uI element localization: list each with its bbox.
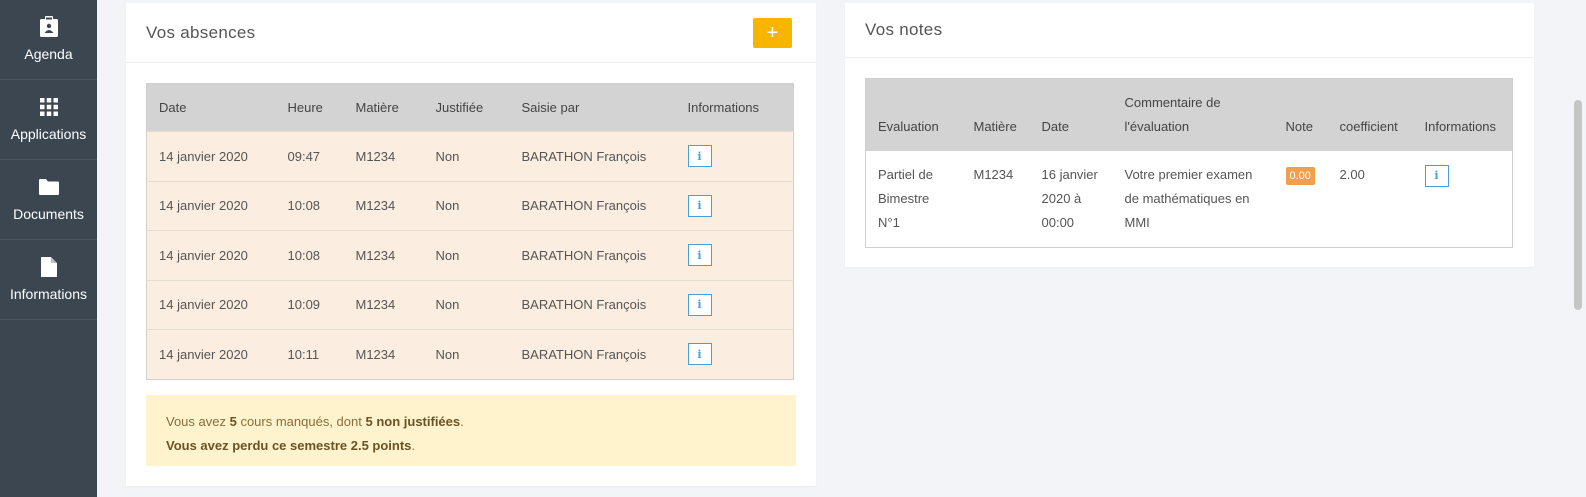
cell-saisie: BARATHON François xyxy=(509,131,676,181)
cell-saisie: BARATHON François xyxy=(509,230,676,280)
cell-justifiee: Non xyxy=(423,230,510,280)
col-matiere: Matière xyxy=(961,78,1030,151)
cell-date: 14 janvier 2020 xyxy=(146,131,276,181)
summary-line-1: Vous avez 5 cours manqués, dont 5 non ju… xyxy=(166,410,776,434)
notes-title: Vos notes xyxy=(865,20,943,39)
calendar-icon xyxy=(38,16,60,38)
info-icon[interactable]: i xyxy=(687,145,712,168)
cell-matiere: M1234 xyxy=(343,180,424,231)
summary-text: . xyxy=(460,414,464,429)
col-informations: Informations xyxy=(675,83,794,132)
cell-info: i xyxy=(675,329,794,379)
info-icon[interactable]: i xyxy=(687,194,712,217)
table-header-row: Date Heure Matière Justifiée Saisie par … xyxy=(146,83,794,132)
cell-date: 14 janvier 2020 xyxy=(146,279,276,330)
absences-card: Vos absences + Date Heure Matière Justif… xyxy=(126,3,816,486)
sidebar-item-informations[interactable]: Informations xyxy=(0,240,97,320)
col-commentaire: Commentaire de l'évaluation xyxy=(1112,78,1274,151)
cell-saisie: BARATHON François xyxy=(509,180,676,231)
sidebar-item-agenda[interactable]: Agenda xyxy=(0,0,97,80)
sidebar: Agenda Applications Documents Informatio… xyxy=(0,0,97,497)
unjustified-count: 5 non justifiées xyxy=(365,414,461,429)
cell-matiere: M1234 xyxy=(343,329,424,379)
cell-info: i xyxy=(675,180,794,231)
cell-date: 14 janvier 2020 xyxy=(146,329,276,379)
summary-text: Vous avez xyxy=(166,414,230,429)
cell-justifiee: Non xyxy=(423,180,510,231)
add-absence-button[interactable]: + xyxy=(753,18,792,48)
table-row: Partiel de Bimestre N°1 M1234 16 janvier… xyxy=(865,150,1513,247)
summary-text: cours manqués, dont xyxy=(236,414,366,429)
cell-justifiee: Non xyxy=(423,279,510,330)
cell-date: 14 janvier 2020 xyxy=(146,230,276,280)
sidebar-item-label: Agenda xyxy=(24,46,73,62)
cell-matiere: M1234 xyxy=(343,131,424,181)
absences-summary: Vous avez 5 cours manqués, dont 5 non ju… xyxy=(146,395,796,466)
col-saisie: Saisie par xyxy=(509,83,676,132)
info-icon[interactable]: i xyxy=(1424,164,1449,187)
cell-info: i xyxy=(675,230,794,280)
col-date: Date xyxy=(1029,78,1113,151)
sidebar-item-label: Informations xyxy=(9,286,88,302)
summary-text: . xyxy=(411,438,416,453)
col-coefficient: coefficient xyxy=(1327,78,1413,151)
cell-justifiee: Non xyxy=(423,329,510,379)
col-informations: Informations xyxy=(1412,78,1513,151)
table-row: 14 janvier 2020 10:08 M1234 Non BARATHON… xyxy=(146,230,794,280)
cell-saisie: BARATHON François xyxy=(509,329,676,379)
notes-card: Vos notes Evaluation Matière Date Commen… xyxy=(845,3,1534,267)
cell-matiere: M1234 xyxy=(961,150,1030,247)
cell-heure: 10:08 xyxy=(275,180,344,231)
cell-heure: 10:09 xyxy=(275,279,344,330)
sidebar-item-applications[interactable]: Applications xyxy=(0,80,97,160)
cell-info: i xyxy=(675,131,794,181)
cell-info: i xyxy=(1412,150,1513,247)
notes-header: Vos notes xyxy=(845,3,1534,58)
absences-table: Date Heure Matière Justifiée Saisie par … xyxy=(146,83,794,380)
sidebar-item-documents[interactable]: Documents xyxy=(0,160,97,240)
absences-title: Vos absences xyxy=(146,22,256,42)
table-row: 14 janvier 2020 10:11 M1234 Non BARATHON… xyxy=(146,329,794,379)
table-row: 14 janvier 2020 09:47 M1234 Non BARATHON… xyxy=(146,131,794,181)
cell-matiere: M1234 xyxy=(343,230,424,280)
col-date: Date xyxy=(146,83,276,132)
col-justifiee: Justifiée xyxy=(423,83,510,132)
cell-heure: 09:47 xyxy=(275,131,344,181)
sidebar-item-label: Applications xyxy=(10,126,87,142)
sidebar-item-label: Documents xyxy=(13,206,84,222)
missed-count: 5 xyxy=(229,414,237,429)
cell-date: 16 janvier 2020 à 00:00 xyxy=(1029,150,1113,247)
info-icon[interactable]: i xyxy=(687,343,712,366)
cell-note: 0.00 xyxy=(1273,150,1328,247)
info-icon[interactable]: i xyxy=(687,293,712,316)
table-row: 14 janvier 2020 10:09 M1234 Non BARATHON… xyxy=(146,279,794,330)
cell-commentaire: Votre premier examen de mathématiques en… xyxy=(1112,150,1274,247)
cell-matiere: M1234 xyxy=(343,279,424,330)
points-lost: Vous avez perdu ce semestre 2.5 points xyxy=(166,438,412,453)
col-matiere: Matière xyxy=(343,83,424,132)
page-scrollbar[interactable] xyxy=(1568,0,1586,497)
cell-evaluation: Partiel de Bimestre N°1 xyxy=(865,150,962,247)
table-header-row: Evaluation Matière Date Commentaire de l… xyxy=(865,78,1513,151)
cell-info: i xyxy=(675,279,794,330)
col-evaluation: Evaluation xyxy=(865,78,962,151)
scrollbar-thumb[interactable] xyxy=(1574,100,1582,310)
cell-heure: 10:08 xyxy=(275,230,344,280)
summary-line-2: Vous avez perdu ce semestre 2.5 points. xyxy=(166,434,776,458)
cell-heure: 10:11 xyxy=(275,329,344,379)
document-icon xyxy=(38,256,60,278)
table-row: 14 janvier 2020 10:08 M1234 Non BARATHON… xyxy=(146,180,794,231)
note-badge: 0.00 xyxy=(1285,166,1315,185)
folder-icon xyxy=(38,176,60,198)
col-note: Note xyxy=(1273,78,1328,151)
cell-date: 14 janvier 2020 xyxy=(146,180,276,231)
notes-table: Evaluation Matière Date Commentaire de l… xyxy=(865,78,1513,248)
info-icon[interactable]: i xyxy=(687,244,712,267)
col-heure: Heure xyxy=(275,83,344,132)
grid-icon xyxy=(38,96,60,118)
cell-coefficient: 2.00 xyxy=(1327,150,1413,247)
absences-header: Vos absences + xyxy=(126,3,816,63)
cell-justifiee: Non xyxy=(423,131,510,181)
cell-saisie: BARATHON François xyxy=(509,279,676,330)
